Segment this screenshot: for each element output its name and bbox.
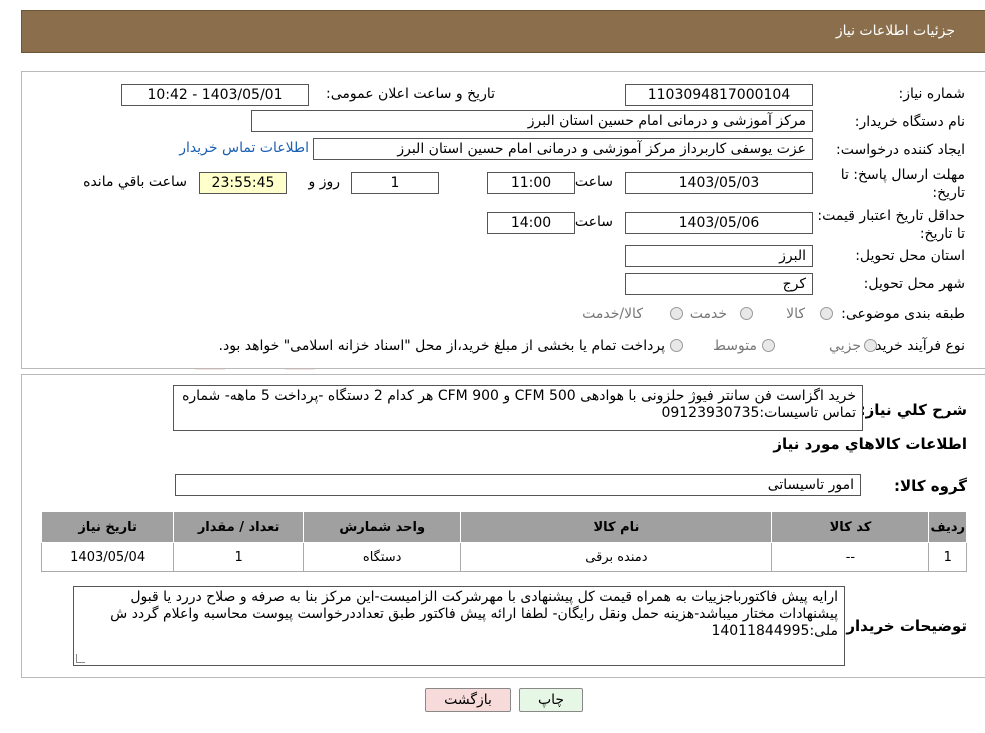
cell-unit: دستگاه	[302, 542, 462, 572]
buyer-notes-label: توضیحات خریدار:	[840, 617, 967, 635]
process-treasury-note: پرداخت تمام یا بخشی از مبلغ خرید،از محل …	[218, 338, 665, 354]
remaining-label: ساعت باقي مانده	[83, 174, 187, 190]
buyer-notes-text: ارایه پیش فاکتورباجزییات به همراه قیمت ک…	[110, 589, 838, 639]
process-radio-medium[interactable]	[762, 339, 775, 352]
cell-name: دمنده برقی	[460, 542, 773, 572]
col-unit-header: واحد شمارش	[302, 511, 462, 543]
table-row: 1 -- دمنده برقی دستگاه 1 1403/05/04	[40, 542, 967, 572]
days-label: روز و	[308, 174, 341, 190]
days-field: 1	[351, 172, 439, 194]
deadline-label: مهلت ارسال پاسخ: تا تاریخ:	[840, 167, 965, 201]
summary-textarea[interactable]: خرید اگزاست فن سانتر فیوژ حلزونی با هواد…	[173, 385, 863, 431]
deadline-date-field: 1403/05/03	[625, 172, 813, 194]
deadline-time-field: 11:00	[487, 172, 575, 194]
category-service-label: خدمت	[689, 306, 727, 322]
city-label: شهر محل تحویل:	[863, 276, 965, 292]
goods-group-label: گروه کالا:	[894, 477, 967, 495]
buyer-org-label: نام دستگاه خریدار:	[854, 114, 965, 130]
buyer-notes-textarea[interactable]: ارایه پیش فاکتورباجزییات به همراه قیمت ک…	[73, 586, 845, 666]
items-heading: اطلاعات کالاهاي مورد نياز	[773, 435, 967, 453]
validity-time-field: 14:00	[487, 212, 575, 234]
province-label: استان محل تحویل:	[855, 248, 965, 264]
back-button[interactable]: بازگشت	[425, 688, 511, 712]
cell-qty: 1	[173, 542, 304, 572]
creator-label: ایجاد کننده درخواست:	[836, 142, 965, 158]
process-minor-label: جزیي	[829, 338, 861, 354]
page-header: جزئیات اطلاعات نیاز	[21, 10, 985, 53]
deadline-time-label: ساعت	[574, 174, 613, 190]
creator-field: عزت یوسفی کاربرداز مرکز آموزشی و درمانی …	[313, 138, 813, 160]
process-label: نوع فرآیند خرید :	[866, 338, 965, 354]
goods-group-field: امور تاسیساتی	[175, 474, 861, 496]
category-radio-goods-service[interactable]	[670, 307, 683, 320]
category-radio-goods[interactable]	[820, 307, 833, 320]
validity-label: حداقل تاریخ اعتبار قیمت: تا تاریخ:	[817, 208, 965, 242]
process-radio-minor[interactable]	[864, 339, 877, 352]
items-table-header: رديف کد کالا نام کالا واحد شمارش تعداد /…	[40, 511, 967, 543]
category-radio-service[interactable]	[740, 307, 753, 320]
items-table: رديف کد کالا نام کالا واحد شمارش تعداد /…	[40, 511, 967, 572]
category-goods-service-label: کالا/خدمت	[582, 306, 643, 322]
announce-datetime-field: 1403/05/01 - 10:42	[121, 84, 309, 106]
process-medium-label: متوسط	[713, 338, 757, 354]
col-date-header: تاریخ نیاز	[40, 511, 175, 543]
need-info-panel: شماره نیاز: 1103094817000104 تاریخ و ساع…	[21, 71, 985, 369]
need-number-label: شماره نیاز:	[898, 86, 966, 102]
buyer-org-field: مرکز آموزشی و درمانی امام حسین استان الب…	[251, 110, 813, 132]
summary-label: شرح کلي نياز:	[859, 401, 967, 419]
cell-row: 1	[928, 542, 967, 572]
category-goods-label: کالا	[786, 306, 805, 322]
province-field: البرز	[625, 245, 813, 267]
col-row-header: رديف	[928, 511, 967, 543]
col-code-header: کد کالا	[771, 511, 930, 543]
col-name-header: نام کالا	[460, 511, 773, 543]
cell-date: 1403/05/04	[40, 542, 175, 572]
print-button[interactable]: چاپ	[519, 688, 583, 712]
col-qty-header: تعداد / مقدار	[173, 511, 304, 543]
resize-grip-icon[interactable]	[76, 654, 85, 663]
page-title: جزئیات اطلاعات نیاز	[835, 23, 955, 39]
process-radio-treasury[interactable]	[670, 339, 683, 352]
need-number-field: 1103094817000104	[625, 84, 813, 106]
city-field: کرج	[625, 273, 813, 295]
remaining-time-field: 23:55:45	[199, 172, 287, 194]
buyer-contact-link[interactable]: اطلاعات تماس خریدار	[179, 140, 309, 156]
need-details-panel: شرح کلي نياز: خرید اگزاست فن سانتر فیوژ …	[21, 374, 985, 678]
category-label: طبقه بندی موضوعی:	[841, 306, 965, 322]
cell-code: --	[771, 542, 930, 572]
announce-label: تاریخ و ساعت اعلان عمومی:	[326, 86, 495, 102]
validity-date-field: 1403/05/06	[625, 212, 813, 234]
validity-time-label: ساعت	[574, 214, 613, 230]
